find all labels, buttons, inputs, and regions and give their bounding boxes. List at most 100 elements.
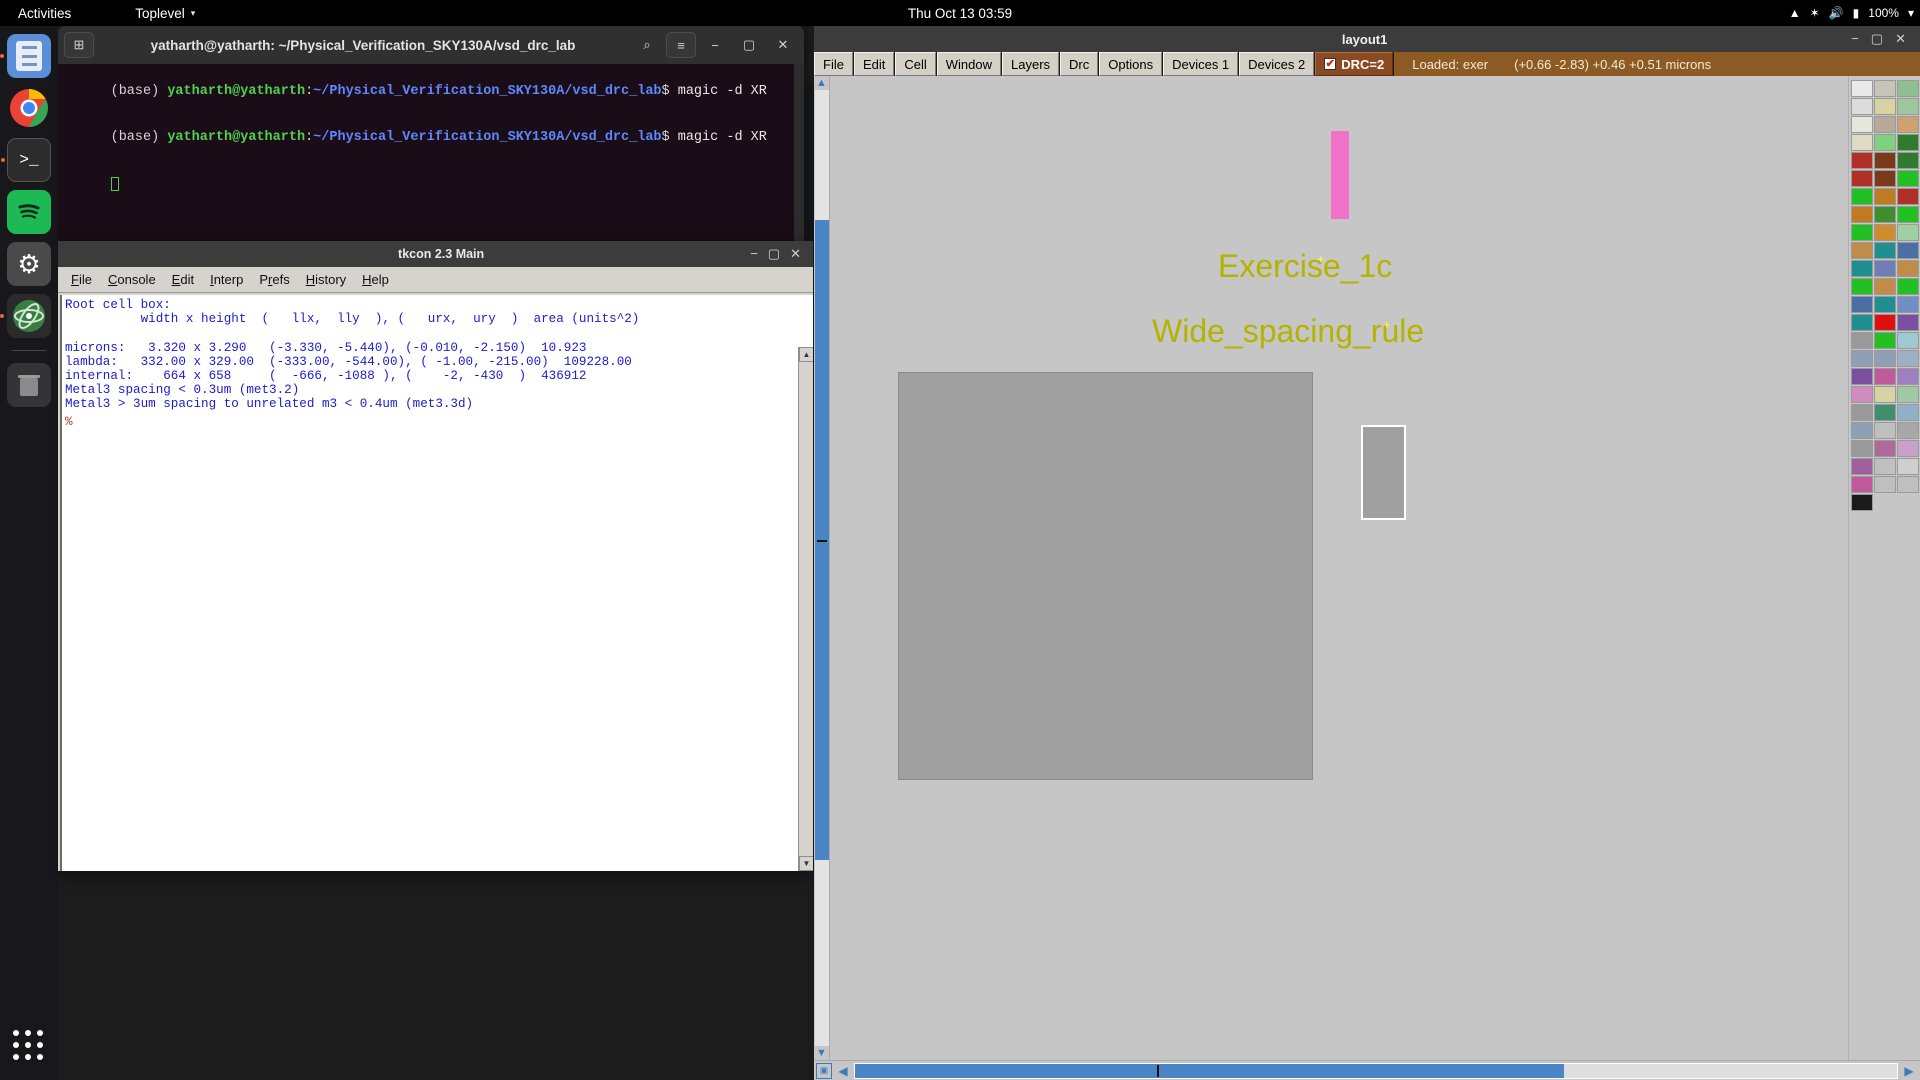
layer-swatch[interactable] [1896, 314, 1919, 331]
terminal-scrollbar[interactable] [794, 64, 804, 243]
terminal-titlebar[interactable]: ⊞ yatharth@yatharth: ~/Physical_Verifica… [58, 26, 804, 64]
layer-swatch[interactable] [1896, 152, 1919, 169]
layer-swatch[interactable] [1873, 278, 1896, 295]
close-button[interactable]: ✕ [768, 32, 798, 58]
layer-swatch[interactable] [1850, 242, 1873, 259]
layer-swatch[interactable] [1873, 386, 1896, 403]
layer-swatch[interactable] [1873, 368, 1896, 385]
magic-vertical-scrollbar[interactable]: ▲ ▼ [814, 76, 830, 1060]
close-button[interactable]: ✕ [790, 246, 801, 262]
layer-swatch[interactable] [1896, 80, 1919, 97]
layer-swatch[interactable] [1896, 476, 1919, 493]
dock-item-trash[interactable] [7, 363, 51, 407]
layer-swatch[interactable] [1896, 116, 1919, 133]
dock-item-files[interactable] [0, 34, 51, 78]
layer-swatch[interactable] [1873, 98, 1896, 115]
layer-swatch[interactable] [1873, 314, 1896, 331]
layer-swatch[interactable] [1873, 404, 1896, 421]
layer-swatch[interactable] [1850, 422, 1873, 439]
layer-swatch[interactable] [1873, 350, 1896, 367]
layer-swatch[interactable] [1850, 350, 1873, 367]
layer-swatch[interactable] [1896, 332, 1919, 349]
maximize-button[interactable]: ▢ [768, 246, 780, 262]
magic-menu-devices-1[interactable]: Devices 1 [1163, 52, 1239, 76]
dock-item-chrome[interactable] [7, 86, 51, 130]
vertical-scroll-track[interactable] [814, 90, 829, 1046]
layer-swatch[interactable] [1873, 152, 1896, 169]
new-tab-icon[interactable]: ⊞ [64, 32, 94, 58]
layer-swatch[interactable] [1896, 404, 1919, 421]
app-menu-button[interactable]: Toplevel ▾ [123, 0, 207, 26]
magic-menu-layers[interactable]: Layers [1002, 52, 1060, 76]
metal3-selected-block[interactable] [1361, 425, 1406, 520]
dock-item-atom[interactable] [0, 294, 51, 338]
metal3-large-block[interactable] [898, 372, 1313, 780]
layer-swatch[interactable] [1873, 422, 1896, 439]
dock-item-settings[interactable]: ⚙ [7, 242, 51, 286]
hamburger-menu-icon[interactable]: ≡ [666, 32, 696, 58]
show-applications-button[interactable] [9, 1026, 49, 1066]
layer-swatch[interactable] [1850, 206, 1873, 223]
layer-swatch[interactable] [1873, 458, 1896, 475]
magic-menu-cell[interactable]: Cell [895, 52, 936, 76]
layer-swatch[interactable] [1896, 260, 1919, 277]
menu-item-help[interactable]: Help [355, 270, 396, 289]
magic-menu-devices-2[interactable]: Devices 2 [1239, 52, 1315, 76]
magic-layout-canvas[interactable]: Exercise_1c Wide_spacing_rule + + [830, 76, 1848, 1060]
layer-swatch[interactable] [1873, 116, 1896, 133]
maximize-button[interactable]: ▢ [734, 32, 764, 58]
layer-swatch[interactable] [1896, 422, 1919, 439]
layer-swatch[interactable] [1850, 386, 1873, 403]
menu-item-console[interactable]: Console [101, 270, 163, 289]
layer-swatch[interactable] [1896, 440, 1919, 457]
layer-swatch[interactable] [1850, 404, 1873, 421]
magic-menu-options[interactable]: Options [1099, 52, 1163, 76]
drc-status-badge[interactable]: ✔ DRC=2 [1315, 52, 1394, 76]
dock-item-terminal[interactable]: >_ [1, 138, 51, 182]
menu-item-interp[interactable]: Interp [203, 270, 250, 289]
layer-swatch[interactable] [1873, 80, 1896, 97]
layer-swatch[interactable] [1850, 296, 1873, 313]
layer-swatch[interactable] [1850, 458, 1873, 475]
layer-swatch[interactable] [1850, 332, 1873, 349]
layer-swatch[interactable] [1850, 440, 1873, 457]
tkcon-titlebar[interactable]: tkcon 2.3 Main − ▢ ✕ [58, 241, 813, 267]
layer-swatch[interactable] [1873, 476, 1896, 493]
layer-swatch[interactable] [1850, 314, 1873, 331]
layer-swatch[interactable] [1850, 494, 1873, 511]
metal3-pink-sliver[interactable] [1331, 131, 1349, 219]
terminal-output[interactable]: (base) yatharth@yatharth:~/Physical_Veri… [58, 64, 804, 243]
menu-item-history[interactable]: History [299, 270, 353, 289]
minimize-button[interactable]: − [700, 32, 730, 58]
layer-swatch[interactable] [1850, 476, 1873, 493]
horizontal-scroll-thumb[interactable] [855, 1063, 1564, 1078]
layer-swatch[interactable] [1850, 224, 1873, 241]
layer-swatch[interactable] [1896, 278, 1919, 295]
magic-menu-edit[interactable]: Edit [853, 52, 895, 76]
maximize-button[interactable]: ▢ [1871, 31, 1883, 47]
dock-item-spotify[interactable] [7, 190, 51, 234]
layer-swatch[interactable] [1896, 368, 1919, 385]
layer-swatch[interactable] [1850, 260, 1873, 277]
layer-swatch[interactable] [1873, 296, 1896, 313]
scroll-down-icon[interactable]: ▼ [815, 1046, 829, 1060]
search-icon[interactable]: ⌕ [632, 32, 662, 58]
layer-swatch[interactable] [1850, 170, 1873, 187]
layer-swatch[interactable] [1850, 80, 1873, 97]
layer-swatch[interactable] [1850, 278, 1873, 295]
layer-swatch[interactable] [1873, 440, 1896, 457]
layer-swatch[interactable] [1850, 368, 1873, 385]
layer-swatch[interactable] [1873, 134, 1896, 151]
system-status-area[interactable]: ▲ ✶ 🔊 ▮ 100% ▾ [1789, 0, 1914, 26]
layer-swatch[interactable] [1873, 242, 1896, 259]
layer-swatch[interactable] [1873, 206, 1896, 223]
layer-swatch[interactable] [1896, 350, 1919, 367]
layer-swatch[interactable] [1896, 188, 1919, 205]
horizontal-scroll-track[interactable] [854, 1062, 1898, 1079]
layer-swatch[interactable] [1896, 296, 1919, 313]
zoom-box-icon[interactable]: ▣ [816, 1062, 832, 1079]
scroll-up-icon[interactable]: ▲ [799, 347, 813, 362]
magic-menu-drc[interactable]: Drc [1060, 52, 1099, 76]
scroll-down-icon[interactable]: ▼ [799, 856, 813, 871]
layer-swatch[interactable] [1896, 170, 1919, 187]
